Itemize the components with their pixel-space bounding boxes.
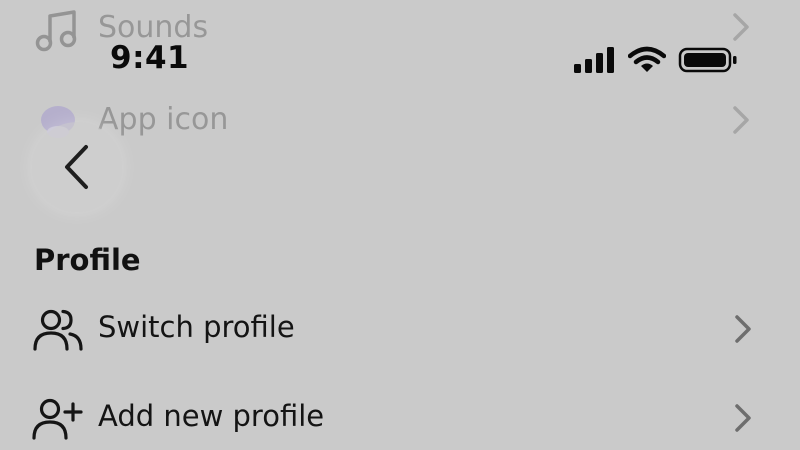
chevron-right-icon: [735, 404, 751, 432]
chevron-right-icon: [735, 315, 751, 343]
wifi-icon: [628, 46, 666, 72]
chevron-right-icon: [733, 106, 749, 134]
people-icon: [33, 309, 83, 351]
app-icon-label: App icon: [98, 102, 229, 137]
battery-icon: [678, 47, 737, 73]
section-title-profile: Profile: [34, 243, 141, 277]
status-icons: [574, 46, 744, 74]
status-time: 9:41: [110, 40, 190, 76]
add-new-profile-row[interactable]: Add new profile: [0, 383, 800, 450]
cellular-signal-icon: [574, 47, 614, 73]
switch-profile-label: Switch profile: [98, 310, 295, 344]
settings-screen: Sounds App icon 9:41 Profile Switch prof…: [0, 0, 800, 450]
add-new-profile-label: Add new profile: [98, 399, 325, 433]
music-note-icon: [35, 10, 77, 52]
settings-row-app-icon: App icon: [0, 90, 800, 150]
back-button[interactable]: [32, 122, 122, 212]
switch-profile-row[interactable]: Switch profile: [0, 294, 800, 364]
chevron-right-icon: [733, 13, 749, 41]
chevron-left-icon: [65, 145, 88, 189]
person-add-icon: [32, 398, 83, 440]
